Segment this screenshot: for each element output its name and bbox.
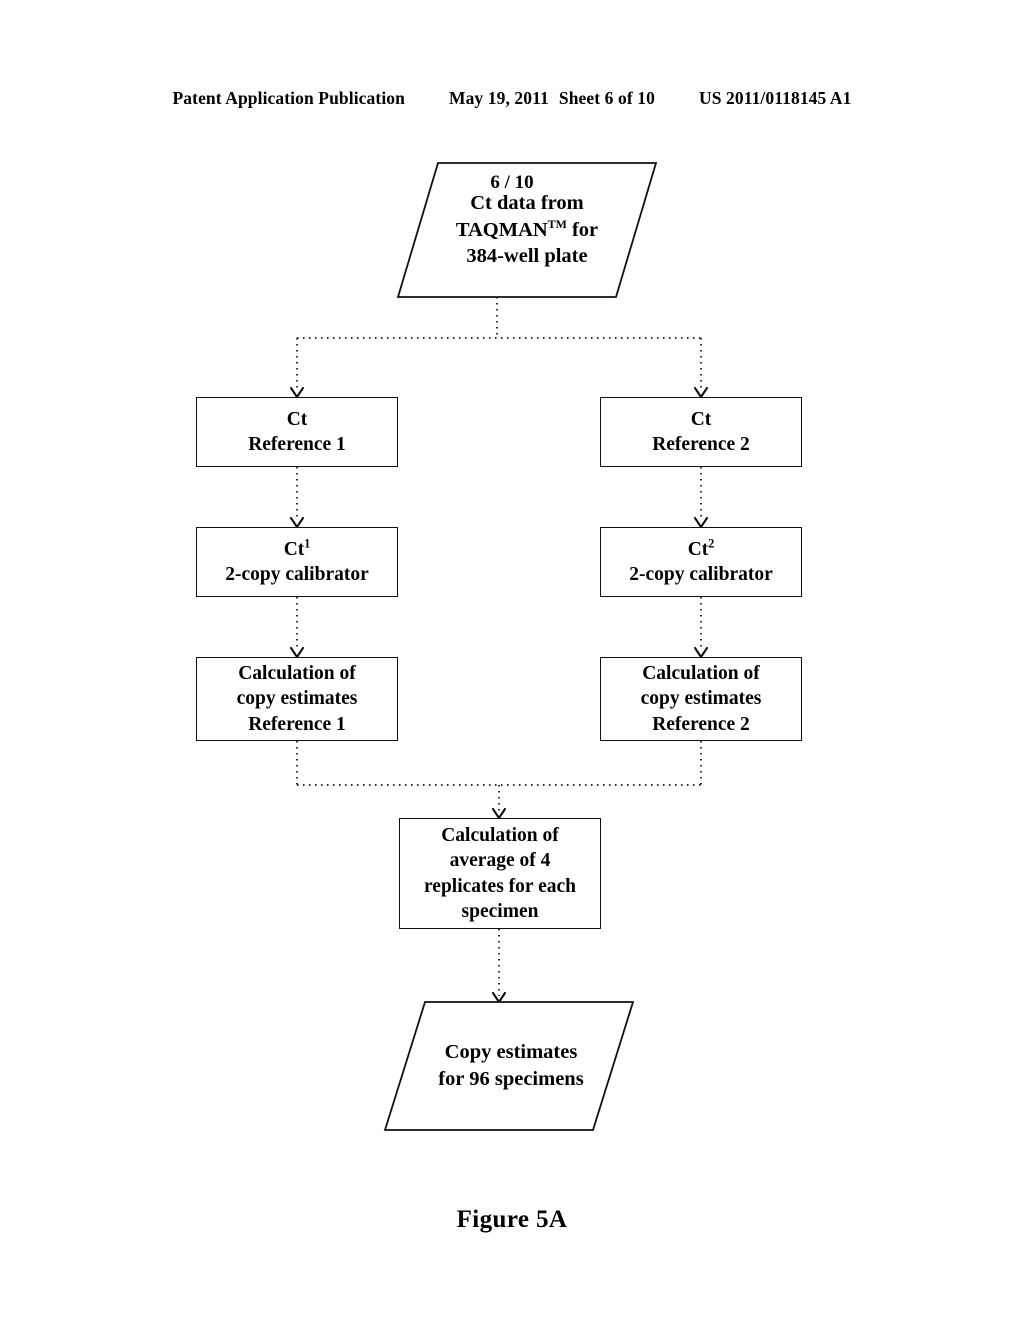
calc-1-line-1: Calculation of xyxy=(238,662,356,684)
flowchart-figure: Ct data from TAQMANTM for 384-well plate… xyxy=(0,0,1024,1320)
calibrator-1-line-1: Ct1 xyxy=(284,537,311,562)
arrowhead-average xyxy=(491,807,507,820)
output-line-1: Copy estimates xyxy=(444,1041,578,1064)
arrowhead-calib1 xyxy=(289,516,305,529)
arrowhead-ct-ref2 xyxy=(693,386,709,399)
calc-2-line-1: Calculation of xyxy=(642,662,760,684)
ct-reference-1-line-2: Reference 1 xyxy=(248,434,346,455)
page-marker-label: 6 / 10 xyxy=(490,172,534,193)
node-ct-reference-1[interactable]: Ct Reference 1 xyxy=(196,397,398,467)
calc-1-line-2: copy estimates xyxy=(236,688,358,710)
node-ct-reference-2[interactable]: Ct Reference 2 xyxy=(600,397,802,467)
output-data-text: Copy estimates for 96 specimens xyxy=(438,1039,583,1092)
calibrator-2-line-1: Ct2 xyxy=(688,537,715,562)
average-line-2: average of 4 xyxy=(449,850,551,872)
calibrator-1-ct: Ct xyxy=(283,538,305,560)
input-line-2-main: TAQMAN xyxy=(455,218,548,241)
calc-2-line-3: Reference 2 xyxy=(652,713,750,735)
node-output-data[interactable]: Copy estimates for 96 specimens xyxy=(383,1000,635,1132)
calc-1-line-3: Reference 1 xyxy=(248,713,346,735)
average-line-4: specimen xyxy=(461,900,539,922)
ct-reference-1-line-1: Ct xyxy=(286,408,308,430)
node-average-replicates[interactable]: Calculation of average of 4 replicates f… xyxy=(399,818,601,929)
arrowhead-calib2 xyxy=(693,516,709,529)
ct-reference-2-line-2: Reference 2 xyxy=(652,434,750,455)
calibrator-1-superscript: 1 xyxy=(304,536,311,551)
arrowhead-ct-ref1 xyxy=(289,386,305,399)
ct-reference-2-line-1: Ct xyxy=(690,408,712,430)
input-data-text: Ct data from TAQMANTM for 384-well plate xyxy=(456,190,598,270)
calibrator-1-line-2: 2-copy calibrator xyxy=(225,564,369,585)
node-calibrator-2[interactable]: Ct2 2-copy calibrator xyxy=(600,527,802,597)
node-calc-copy-estimates-1[interactable]: Calculation of copy estimates Reference … xyxy=(196,657,398,741)
output-line-2: for 96 specimens xyxy=(438,1068,584,1090)
node-calibrator-1[interactable]: Ct1 2-copy calibrator xyxy=(196,527,398,597)
trademark-superscript: TM xyxy=(547,216,567,231)
calc-2-line-2: copy estimates xyxy=(640,688,762,710)
figure-caption: Figure 5A xyxy=(456,1206,568,1233)
average-line-3: replicates for each xyxy=(424,875,576,897)
input-line-2: TAQMANTM for xyxy=(456,217,598,244)
input-line-3: 384-well plate xyxy=(466,245,588,268)
arrowhead-calc2 xyxy=(693,646,709,659)
calibrator-2-ct: Ct xyxy=(687,538,709,560)
node-calc-copy-estimates-2[interactable]: Calculation of copy estimates Reference … xyxy=(600,657,802,741)
average-line-1: Calculation of xyxy=(441,824,559,846)
arrowhead-calc1 xyxy=(289,646,305,659)
calibrator-2-superscript: 2 xyxy=(708,536,715,551)
calibrator-2-line-2: 2-copy calibrator xyxy=(629,564,773,585)
input-line-1: Ct data from xyxy=(470,192,584,215)
input-line-2-tail: for xyxy=(566,218,599,241)
